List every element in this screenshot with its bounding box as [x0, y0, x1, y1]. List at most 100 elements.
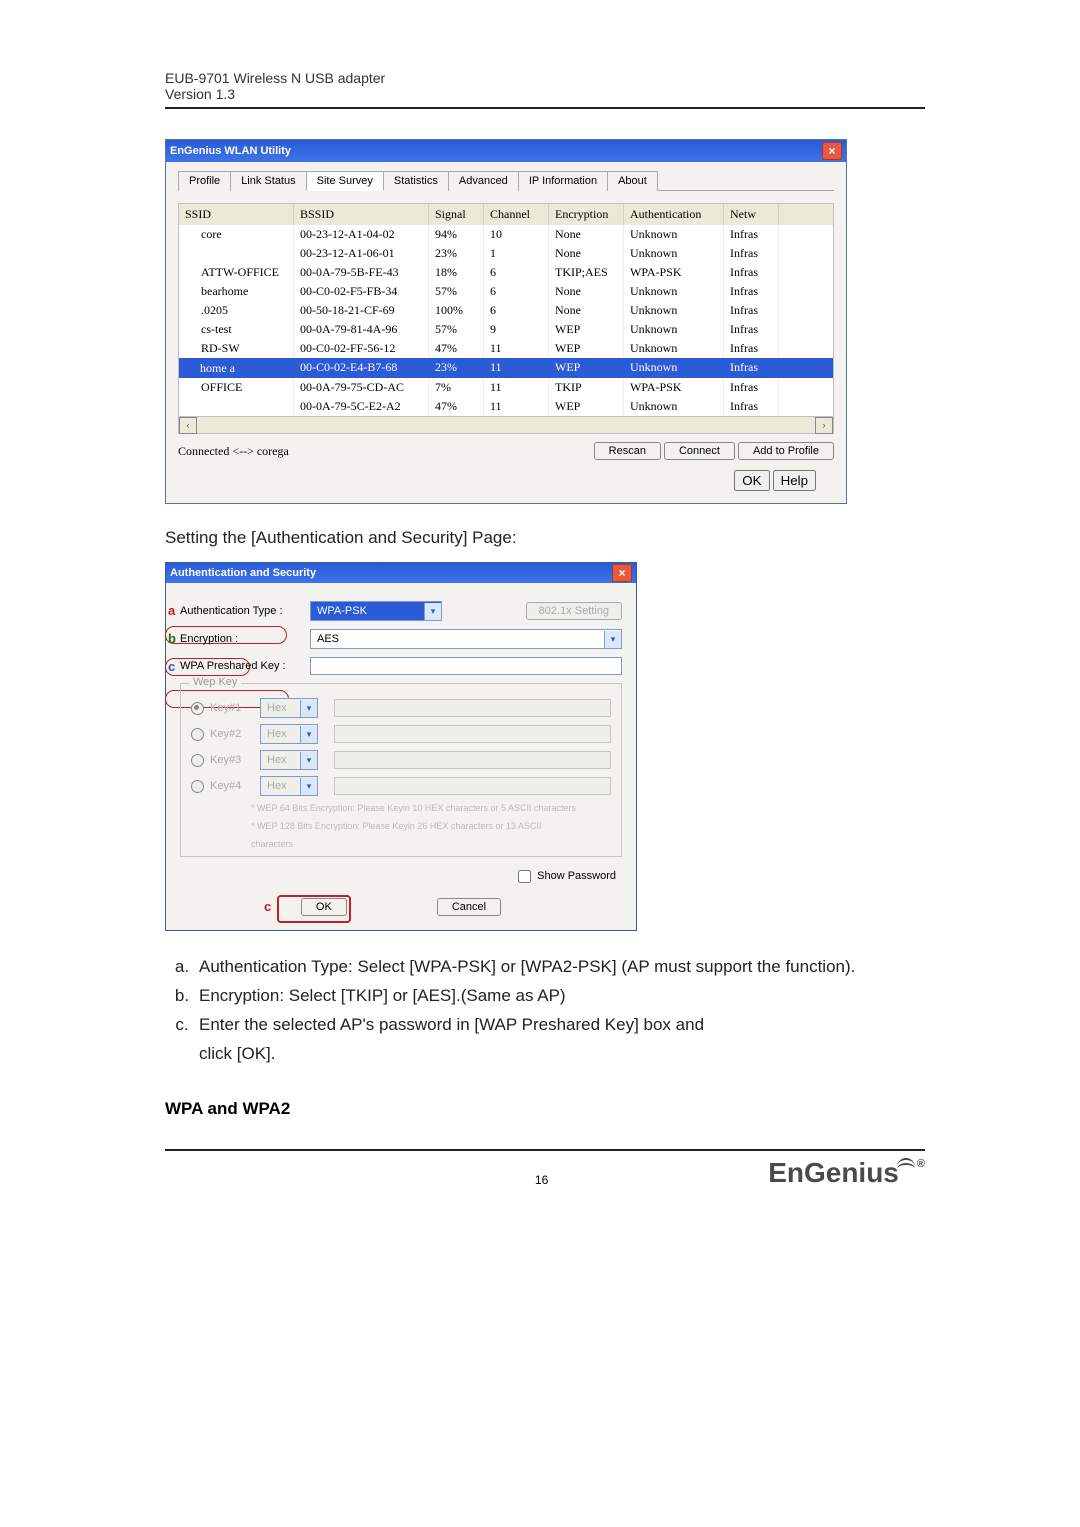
radio-icon[interactable]	[191, 728, 204, 741]
wpa-preshared-key-input[interactable]	[310, 657, 622, 675]
table-cell: WEP	[549, 358, 624, 378]
table-cell: 6	[484, 301, 549, 320]
dialog-titlebar[interactable]: Authentication and Security ×	[166, 563, 636, 583]
wep-key-input[interactable]	[334, 725, 611, 743]
list-marker-a: a.	[165, 953, 199, 982]
table-header: SSID BSSID Signal Channel Encryption Aut…	[179, 204, 833, 225]
table-cell: OFFICE	[179, 378, 294, 397]
table-cell: Unknown	[624, 397, 724, 416]
tab-ip-information[interactable]: IP Information	[518, 171, 608, 191]
radio-icon[interactable]	[191, 780, 204, 793]
close-icon[interactable]: ×	[612, 564, 632, 582]
chevron-down-icon[interactable]: ▾	[424, 603, 441, 620]
table-row[interactable]: .020500-50-18-21-CF-69100%6NoneUnknownIn…	[179, 301, 833, 320]
show-password-label: Show Password	[537, 870, 616, 882]
table-cell: Unknown	[624, 244, 724, 263]
scroll-right-icon[interactable]	[815, 417, 833, 434]
wep-key-input[interactable]	[334, 751, 611, 769]
col-bssid[interactable]: BSSID	[294, 204, 429, 225]
ok-button[interactable]: OK	[734, 470, 769, 491]
col-signal[interactable]: Signal	[429, 204, 484, 225]
dialog-title: Authentication and Security	[170, 567, 316, 579]
wep-key-label: Key#2	[210, 728, 260, 740]
table-cell: Infras	[724, 339, 779, 358]
col-channel[interactable]: Channel	[484, 204, 549, 225]
add-to-profile-button[interactable]: Add to Profile	[738, 442, 834, 460]
wep-key-label: Key#4	[210, 780, 260, 792]
chevron-down-icon[interactable]: ▾	[604, 631, 621, 648]
table-cell: Unknown	[624, 358, 724, 378]
wep-format-select[interactable]: Hex▾	[260, 776, 318, 796]
auth-type-select[interactable]: WPA-PSK ▾	[310, 601, 442, 621]
annotation-letter-a: a	[168, 603, 175, 618]
dialog-cancel-button[interactable]: Cancel	[437, 898, 501, 916]
8021x-setting-button: 802.1x Setting	[526, 602, 622, 620]
window-titlebar[interactable]: EnGenius WLAN Utility ×	[166, 140, 846, 162]
rescan-button[interactable]: Rescan	[594, 442, 661, 460]
tab-link-status[interactable]: Link Status	[230, 171, 306, 191]
close-icon[interactable]: ×	[822, 142, 842, 160]
annotation-ring-ok	[277, 895, 351, 923]
col-authentication[interactable]: Authentication	[624, 204, 724, 225]
table-cell: TKIP;AES	[549, 263, 624, 282]
table-cell: 94%	[429, 225, 484, 244]
wep-key-label: Key#3	[210, 754, 260, 766]
table-cell: .0205	[179, 301, 294, 320]
encryption-value: AES	[311, 633, 604, 645]
radio-icon[interactable]	[191, 702, 204, 715]
table-cell: 11	[484, 339, 549, 358]
table-row[interactable]: 00-23-12-A1-06-0123%1NoneUnknownInfras	[179, 244, 833, 263]
table-cell	[179, 244, 294, 263]
chevron-down-icon[interactable]: ▾	[300, 726, 317, 743]
page-number: 16	[315, 1173, 768, 1187]
section-heading: WPA and WPA2	[165, 1099, 925, 1119]
footer-rule	[165, 1149, 925, 1151]
chevron-down-icon[interactable]: ▾	[300, 778, 317, 795]
table-cell: 00-50-18-21-CF-69	[294, 301, 429, 320]
table-cell: bearhome	[179, 282, 294, 301]
table-row[interactable]: bearhome00-C0-02-F5-FB-3457%6NoneUnknown…	[179, 282, 833, 301]
tab-statistics[interactable]: Statistics	[383, 171, 449, 191]
doc-title: EUB-9701 Wireless N USB adapter	[165, 70, 925, 86]
horizontal-scrollbar[interactable]	[179, 416, 833, 433]
wep-format-value: Hex	[261, 728, 300, 740]
auth-security-dialog: Authentication and Security × a Authenti…	[165, 562, 637, 931]
list-text-b: Encryption: Select [TKIP] or [AES].(Same…	[199, 982, 925, 1011]
table-row[interactable]: core00-23-12-A1-04-0294%10NoneUnknownInf…	[179, 225, 833, 244]
show-password-checkbox[interactable]: Show Password	[514, 870, 616, 882]
site-survey-list[interactable]: SSID BSSID Signal Channel Encryption Aut…	[178, 203, 834, 434]
table-cell: 47%	[429, 397, 484, 416]
col-encryption[interactable]: Encryption	[549, 204, 624, 225]
tab-profile[interactable]: Profile	[178, 171, 231, 191]
encryption-select[interactable]: AES ▾	[310, 629, 622, 649]
table-row[interactable]: OFFICE00-0A-79-75-CD-AC7%11TKIPWPA-PSKIn…	[179, 378, 833, 397]
radio-icon[interactable]	[191, 754, 204, 767]
chevron-down-icon[interactable]: ▾	[300, 700, 317, 717]
connect-button[interactable]: Connect	[664, 442, 735, 460]
table-row[interactable]: cs-test00-0A-79-81-4A-9657%9WEPUnknownIn…	[179, 320, 833, 339]
table-row[interactable]: home a00-C0-02-E4-B7-6823%11WEPUnknownIn…	[179, 358, 833, 378]
wep-key-input[interactable]	[334, 699, 611, 717]
auth-type-value: WPA-PSK	[311, 605, 424, 617]
col-network[interactable]: Netw	[724, 204, 779, 225]
table-row[interactable]: RD-SW00-C0-02-FF-56-1247%11WEPUnknownInf…	[179, 339, 833, 358]
help-button[interactable]: Help	[773, 470, 816, 491]
wep-format-select[interactable]: Hex▾	[260, 750, 318, 770]
show-password-input[interactable]	[518, 870, 531, 883]
list-text-c1: Enter the selected AP's password in [WAP…	[199, 1015, 704, 1034]
table-cell: 1	[484, 244, 549, 263]
table-row[interactable]: 00-0A-79-5C-E2-A247%11WEPUnknownInfras	[179, 397, 833, 416]
tab-about[interactable]: About	[607, 171, 658, 191]
wep-format-select[interactable]: Hex▾	[260, 724, 318, 744]
tab-site-survey[interactable]: Site Survey	[306, 171, 384, 191]
table-cell: Infras	[724, 282, 779, 301]
col-ssid[interactable]: SSID	[179, 204, 294, 225]
table-cell: 100%	[429, 301, 484, 320]
wep-key-input[interactable]	[334, 777, 611, 795]
wep-key-group: Wep Key Key#1Hex▾Key#2Hex▾Key#3Hex▾Key#4…	[180, 683, 622, 857]
scroll-left-icon[interactable]	[179, 417, 197, 434]
wep-format-select[interactable]: Hex▾	[260, 698, 318, 718]
tab-advanced[interactable]: Advanced	[448, 171, 519, 191]
chevron-down-icon[interactable]: ▾	[300, 752, 317, 769]
table-row[interactable]: ATTW-OFFICE00-0A-79-5B-FE-4318%6TKIP;AES…	[179, 263, 833, 282]
